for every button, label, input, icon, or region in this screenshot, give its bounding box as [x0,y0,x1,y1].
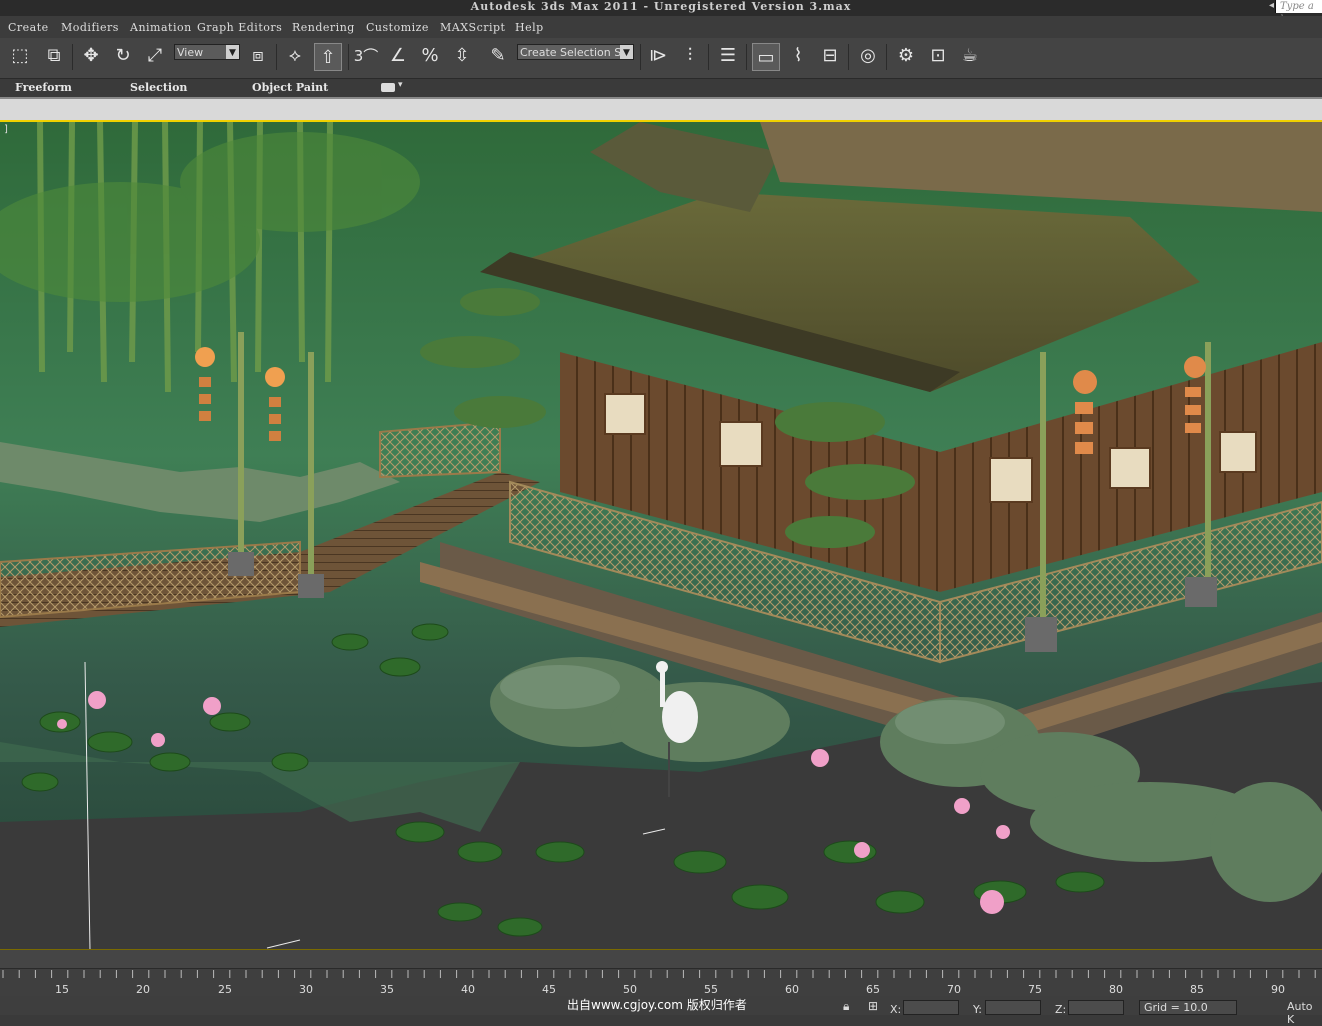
named-selection-icon[interactable]: ✎ [484,42,512,70]
rotate-icon[interactable]: ↻ [109,42,137,70]
tick-label: 45 [542,983,556,996]
keyboard-shortcut-override-icon[interactable]: ⇧ [314,43,342,71]
reference-coord-dropdown[interactable]: View ▼ [174,44,240,60]
z-label: Z: [1055,1003,1067,1016]
manipulate-icon[interactable]: ⟡ [281,42,309,70]
graphite-toggle-icon[interactable]: ▭ [752,43,780,71]
align-icon[interactable]: ⫶ [676,42,704,70]
status-bar: 出自www.cgjoy.com 版权归作者 🔒︎ ⊞ X: Y: Z: Grid… [0,996,1322,1026]
rendered-frame-icon[interactable]: ⊡ [924,42,952,70]
ribbon-tabs: Freeform Selection Object Paint ▾ [0,79,1322,97]
menu-help[interactable]: Help [515,21,544,34]
menu-customize[interactable]: Customize [366,21,429,34]
tick-label: 60 [785,983,799,996]
tick-label: 25 [218,983,232,996]
y-label: Y: [973,1003,982,1016]
pivot-icon[interactable]: ⧈ [244,42,272,70]
search-input[interactable]: Type a k [1275,0,1322,25]
absolute-mode-icon[interactable]: ⊞ [868,999,878,1013]
tick-label: 75 [1028,983,1042,996]
tick-label: 30 [299,983,313,996]
window-title: Autodesk 3ds Max 2011 - Unregistered Ver… [470,0,852,13]
menu-create[interactable]: Create [8,21,49,34]
auto-key-button[interactable]: Auto K [1287,1000,1322,1026]
angle-snap-icon[interactable]: ∠ [384,42,412,70]
scale-icon[interactable]: ⤢ [141,42,169,70]
y-coordinate-field[interactable] [985,1000,1041,1015]
mirror-icon[interactable]: ⧐ [644,42,672,70]
selection-set-dropdown[interactable]: Create Selection Set ▼ [517,44,634,60]
menu-bar: Create Modifiers Animation Graph Editors… [0,16,1322,38]
main-toolbar: ⬚ ⧉ ✥ ↻ ⤢ View ▼ ⧈ ⟡ ⇧ 3⌒ ∠ % ⇳ ✎ Create… [0,38,1322,79]
watermark-text: 出自www.cgjoy.com 版权归作者 [567,998,747,1012]
tick-label: 85 [1190,983,1204,996]
viewport-label[interactable]: ] [4,124,8,135]
ribbon-panel [0,97,1322,120]
tick-label: 50 [623,983,637,996]
percent-snap-icon[interactable]: % [416,42,444,70]
menu-rendering[interactable]: Rendering [292,21,355,34]
chevron-down-icon: ▼ [226,45,239,59]
timeline[interactable]: 15 20 25 30 35 40 45 50 55 60 65 70 75 8… [0,950,1322,997]
tick-label: 65 [866,983,880,996]
scene-render [0,122,1322,949]
tick-label: 35 [380,983,394,996]
curve-editor-icon[interactable]: ⌇ [784,42,812,70]
schematic-view-icon[interactable]: ⊟ [816,42,844,70]
grid-size: Grid = 10.0 [1139,1000,1237,1015]
tab-selection[interactable]: Selection [130,81,187,94]
tick-label: 90 [1271,983,1285,996]
reference-coord-value: View [177,46,204,59]
timeline-ticks [2,970,1316,978]
spinner-snap-icon[interactable]: ⇳ [448,42,476,70]
menu-modifiers[interactable]: Modifiers [61,21,119,34]
window-crossing-icon[interactable]: ⧉ [40,42,68,70]
search-dropdown-icon[interactable]: ◂ [1269,0,1274,11]
menu-maxscript[interactable]: MAXScript [440,21,505,34]
tick-label: 70 [947,983,961,996]
snap-label: 3 [353,47,364,65]
perspective-viewport[interactable]: ] [0,120,1322,950]
render-setup-icon[interactable]: ⚙ [892,42,920,70]
tick-label: 15 [55,983,69,996]
menu-animation[interactable]: Animation [130,21,192,34]
x-coordinate-field[interactable] [903,1000,959,1015]
rect-select-icon[interactable]: ⬚ [6,42,34,70]
selection-set-input: Create Selection Set [520,46,633,59]
material-editor-icon[interactable]: ◎ [854,42,882,70]
tab-freeform[interactable]: Freeform [15,81,72,94]
ribbon-toggle-icon[interactable] [381,83,395,92]
lock-icon[interactable]: 🔒︎ [843,999,849,1014]
z-coordinate-field[interactable] [1068,1000,1124,1015]
tick-label: 55 [704,983,718,996]
move-icon[interactable]: ✥ [77,42,105,70]
layer-manager-icon[interactable]: ☰ [714,42,742,70]
tick-label: 20 [136,983,150,996]
chevron-down-icon: ▼ [620,45,633,59]
tick-label: 80 [1109,983,1123,996]
snap-toggle-icon[interactable]: 3⌒ [352,42,380,70]
render-production-icon[interactable]: ☕ [956,42,984,70]
title-bar: Autodesk 3ds Max 2011 - Unregistered Ver… [0,0,1322,25]
menu-graph-editors[interactable]: Graph Editors [197,21,282,34]
chevron-down-icon[interactable]: ▾ [398,80,403,90]
x-label: X: [890,1003,902,1016]
tick-label: 40 [461,983,475,996]
tab-object-paint[interactable]: Object Paint [252,81,328,94]
